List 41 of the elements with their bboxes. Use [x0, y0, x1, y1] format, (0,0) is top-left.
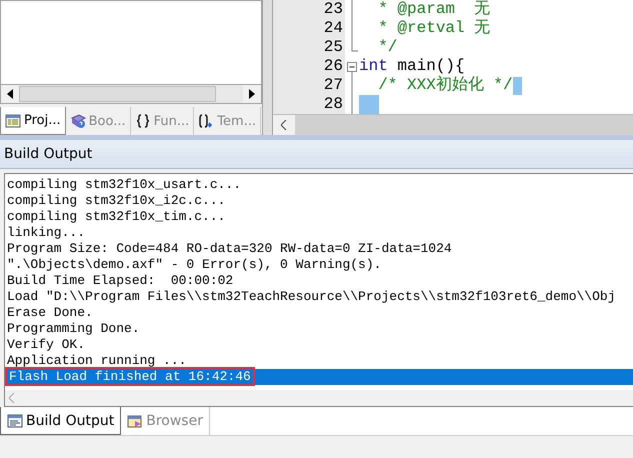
browser-window-icon	[127, 413, 144, 429]
code-comment: * @param 无	[377, 0, 490, 19]
output-line[interactable]: ".\Objects\demo.axf" - 0 Error(s), 0 Warning(s).	[5, 257, 633, 273]
output-line[interactable]: linking...	[5, 225, 633, 241]
line-number: 23	[273, 0, 345, 19]
code-comment: */	[377, 38, 398, 57]
book-help-icon	[70, 113, 86, 129]
code-comment: /* XXX初始化 */	[377, 76, 513, 95]
output-line[interactable]: compiling stm32f10x_tim.c...	[5, 209, 633, 225]
panel-tab[interactable]: Proj...	[0, 107, 66, 135]
output-line[interactable]: Program Size: Code=484 RO-data=320 RW-data=0 ZI-data=1024	[5, 241, 633, 257]
output-line[interactable]: Application running ...	[5, 353, 633, 369]
template-arrow-icon	[198, 113, 214, 129]
annotation-box: Flash Load finished at 16:42:46	[5, 367, 255, 386]
line-number: 27	[273, 76, 345, 95]
panel-tab[interactable]: Build Output	[0, 407, 122, 435]
scroll-left-icon[interactable]	[7, 89, 13, 99]
panel-title: Build Output	[0, 140, 633, 169]
editor-scrollbar[interactable]	[273, 114, 633, 135]
line-number: 24	[273, 19, 345, 38]
panel-tab[interactable]: Browser	[121, 407, 210, 435]
output-line[interactable]: Programming Done.	[5, 321, 633, 337]
output-window-icon	[7, 412, 23, 428]
output-line[interactable]: compiling stm32f10x_usart.c...	[5, 177, 633, 193]
code-keyword: int	[359, 57, 388, 76]
scroll-right-icon[interactable]	[249, 89, 255, 99]
code-comment: * @retval 无	[377, 19, 490, 38]
output-line[interactable]: Verify OK.	[5, 337, 633, 353]
braces-icon	[134, 113, 151, 129]
collapse-icon[interactable]	[347, 62, 357, 72]
output-line[interactable]: Build Time Elapsed: 00:00:02	[5, 273, 633, 289]
code-text: main(){	[396, 57, 465, 76]
output-line[interactable]: Load "D:\\Program Files\\stm32TeachResource\\Projects\\stm32f103ret6_demo\\Obj	[5, 289, 633, 305]
line-number: 26	[273, 57, 345, 76]
scroll-left-icon[interactable]	[281, 120, 287, 130]
output-line[interactable]: compiling stm32f10x_i2c.c...	[5, 193, 633, 209]
horizontal-scrollbar[interactable]	[0, 84, 262, 104]
output-line[interactable]: Erase Done.	[5, 305, 633, 321]
line-number: 25	[273, 38, 345, 57]
list-window-icon	[5, 112, 21, 128]
line-number: 28	[273, 95, 345, 114]
